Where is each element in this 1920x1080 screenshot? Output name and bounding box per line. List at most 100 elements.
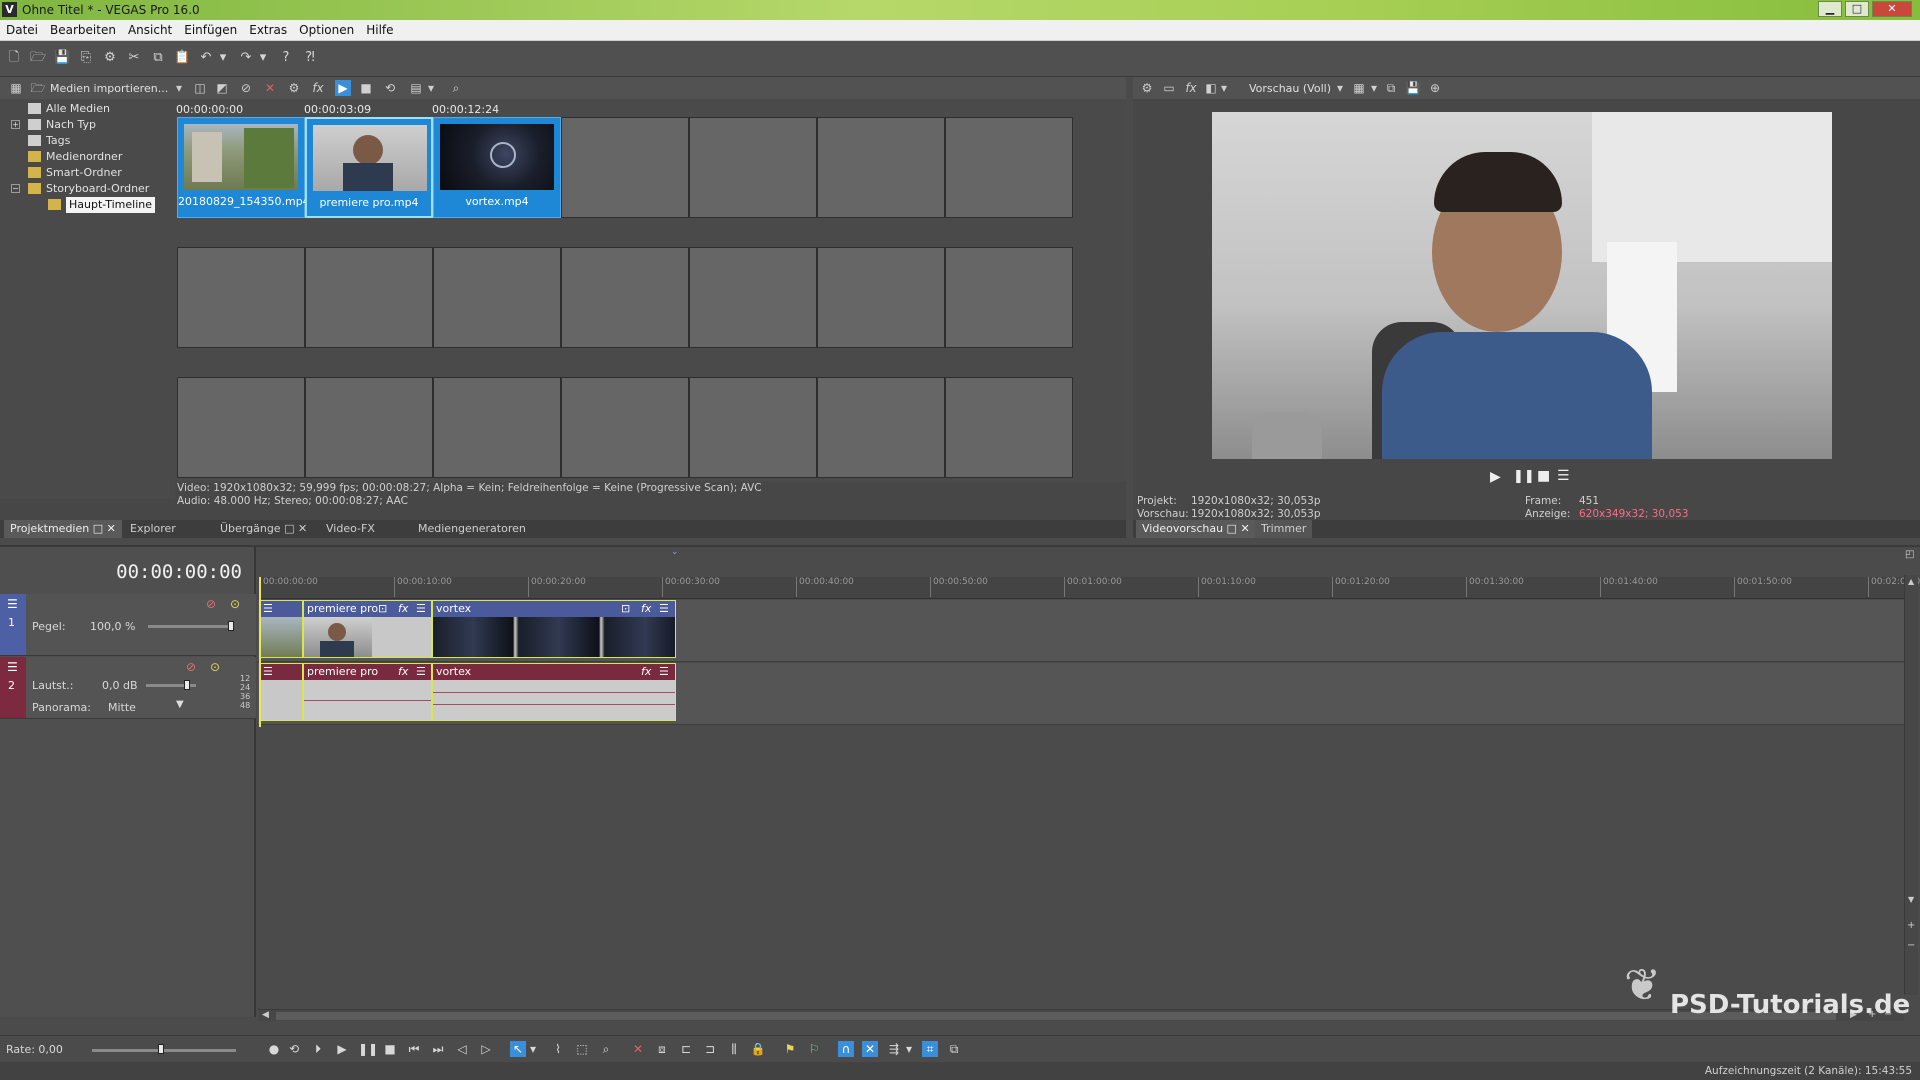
tree-expander-icon[interactable]: + — [11, 120, 20, 129]
storyboard-empty-slot[interactable] — [177, 247, 305, 348]
preview-fx-icon[interactable]: fx — [1183, 80, 1199, 96]
storyboard-empty-slot[interactable] — [177, 377, 305, 478]
go-to-start-icon[interactable]: ⏮ — [406, 1041, 422, 1057]
menu-hilfe[interactable]: Hilfe — [360, 20, 399, 37]
solo-track-icon[interactable]: ⊙ — [210, 660, 220, 674]
tab-projektmedien[interactable]: Projektmedien □ ✕ — [4, 520, 122, 538]
play-icon[interactable]: ▶ — [334, 1041, 350, 1057]
ripple-dropdown-icon[interactable]: ▾ — [904, 1041, 914, 1057]
remove-unused-icon[interactable]: ⊘ — [238, 80, 254, 96]
media-fx-icon[interactable]: fx — [310, 80, 326, 96]
help-icon[interactable]: ? — [278, 50, 294, 66]
paste-icon[interactable]: 📋 — [174, 50, 190, 66]
track-menu-icon[interactable]: ☰ — [7, 660, 18, 674]
stop-icon[interactable]: ■ — [1537, 468, 1550, 484]
pause-icon[interactable]: ❚❚ — [1513, 469, 1535, 484]
tab-explorer[interactable]: Explorer — [124, 520, 182, 538]
storyboard-empty-slot[interactable] — [433, 377, 561, 478]
undock-icon[interactable]: □ — [1227, 522, 1237, 535]
audio-event[interactable]: ☰ — [259, 663, 303, 721]
event-fx-icon[interactable]: fx — [641, 601, 651, 617]
menu-bearbeiten[interactable]: Bearbeiten — [44, 20, 122, 37]
go-to-end-icon[interactable]: ⏭ — [430, 1041, 446, 1057]
tree-item[interactable]: Tags — [0, 133, 175, 149]
playhead-cursor[interactable] — [259, 577, 261, 727]
pause-icon[interactable]: ❚❚ — [358, 1041, 378, 1057]
redo-icon[interactable]: ↷ — [238, 50, 254, 66]
solo-track-icon[interactable]: ⊙ — [230, 597, 240, 611]
tab-videovorschau[interactable]: Videovorschau □ ✕ — [1136, 520, 1256, 538]
play-icon[interactable]: ▶ — [1490, 469, 1501, 485]
storyboard-empty-slot[interactable] — [817, 377, 945, 478]
timeline-ruler[interactable]: 00:00:00:00 00:00:10:00 00:00:20:00 00:00:3… — [258, 577, 1920, 599]
play-from-start-icon[interactable]: ⏵ — [310, 1041, 326, 1057]
menu-ansicht[interactable]: Ansicht — [122, 20, 178, 37]
save-icon[interactable]: 💾 — [54, 50, 70, 66]
scrollbar-thumb[interactable] — [276, 1012, 1836, 1020]
tree-expander-icon[interactable]: − — [11, 184, 20, 193]
audio-event[interactable]: vortex fx ☰ — [432, 663, 676, 721]
save-snapshot-icon[interactable]: 💾 — [1405, 80, 1421, 96]
menu-optionen[interactable]: Optionen — [293, 20, 360, 37]
tab-trimmer[interactable]: Trimmer — [1255, 520, 1313, 538]
timeline-marker-icon[interactable]: ⌄ — [671, 547, 679, 557]
undock-icon[interactable]: □ — [93, 522, 103, 535]
envelope-tool-icon[interactable]: ⌇ — [550, 1041, 566, 1057]
storyboard-clip[interactable]: 20180829_154350.mp4 — [177, 117, 310, 218]
undock-icon[interactable]: □ — [284, 522, 294, 535]
minimize-button[interactable]: ▁ — [1818, 1, 1842, 17]
storyboard-empty-slot[interactable] — [817, 247, 945, 348]
video-event[interactable]: ☰ — [259, 600, 303, 658]
tree-item[interactable]: Medienordner — [0, 149, 175, 165]
open-folder-icon[interactable]: 🗁 — [30, 50, 46, 66]
pan-slider-thumb[interactable]: ▼ — [176, 699, 184, 710]
track-menu-icon[interactable]: ☰ — [7, 597, 18, 611]
video-event[interactable]: premiere pro ⊡ fx ☰ — [303, 600, 432, 658]
undo-dropdown-icon[interactable]: ▾ — [218, 50, 228, 66]
zoom-out-track-icon[interactable]: − — [1907, 940, 1915, 951]
storyboard-empty-slot[interactable] — [561, 117, 689, 218]
lock-icon[interactable]: 🔒 — [750, 1041, 766, 1057]
storyboard-empty-slot[interactable] — [817, 117, 945, 218]
tab-mediengeneratoren[interactable]: Mediengeneratoren — [412, 520, 532, 538]
trim-start-icon[interactable]: ⊏ — [678, 1041, 694, 1057]
external-monitor-icon[interactable]: ▭ — [1161, 80, 1177, 96]
menu-extras[interactable]: Extras — [243, 20, 293, 37]
stop-icon[interactable]: ■ — [382, 1041, 398, 1057]
storyboard-empty-slot[interactable] — [433, 247, 561, 348]
event-menu-icon[interactable]: ☰ — [659, 601, 669, 617]
loop-preview-icon[interactable]: ⟲ — [382, 80, 398, 96]
scroll-up-icon[interactable]: ▲ — [1908, 577, 1914, 586]
tree-item[interactable]: Smart-Ordner — [0, 165, 175, 181]
lock-envelopes-icon[interactable]: ⌗ — [922, 1041, 938, 1057]
video-event[interactable]: vortex ⊡ fx ☰ — [432, 600, 676, 658]
storyboard-empty-slot[interactable] — [945, 117, 1073, 218]
delete-icon[interactable]: ✕ — [630, 1041, 646, 1057]
copy-snapshot-icon[interactable]: ⧉ — [1383, 80, 1399, 96]
audio-track-header[interactable]: ☰ 2 ⊘ ⊙ Lautst.: 0,0 dB Panorama: Mitte … — [0, 657, 256, 719]
zoom-in-track-icon[interactable]: + — [1907, 920, 1915, 931]
record-icon[interactable]: ● — [266, 1041, 282, 1057]
overlays-grid-icon[interactable]: ▦ — [1351, 80, 1367, 96]
get-media-icon[interactable]: ◩ — [214, 80, 230, 96]
tree-item[interactable]: Haupt-Timeline — [0, 197, 175, 213]
event-fx-icon[interactable]: fx — [398, 601, 408, 617]
preview-quality-select[interactable]: Vorschau (Voll) — [1249, 82, 1331, 95]
vertical-scrollbar[interactable]: ▲ ▼ + − — [1904, 575, 1918, 995]
close-tab-icon[interactable]: ✕ — [298, 522, 307, 535]
split-screen-icon[interactable]: ◧ — [1203, 80, 1219, 96]
overlays-dropdown-icon[interactable]: ▾ — [1369, 80, 1379, 96]
redo-dropdown-icon[interactable]: ▾ — [258, 50, 268, 66]
ignore-grouping-icon[interactable]: ⧉ — [946, 1041, 962, 1057]
insert-marker-icon[interactable]: ⚑ — [782, 1041, 798, 1057]
selection-tool-icon[interactable]: ⬚ — [574, 1041, 590, 1057]
tree-item[interactable]: + Nach Typ — [0, 117, 175, 133]
event-fx-icon[interactable]: fx — [641, 664, 651, 680]
cut-icon[interactable]: ✂ — [126, 50, 142, 66]
view-toggle-icon[interactable]: ▦ — [8, 80, 24, 96]
event-menu-icon[interactable]: ☰ — [263, 602, 273, 615]
loop-playback-icon[interactable]: ⟲ — [286, 1041, 302, 1057]
tree-item[interactable]: Alle Medien — [0, 101, 175, 117]
timeline-corner-icon[interactable]: ◰ — [1905, 549, 1914, 560]
storyboard-empty-slot[interactable] — [561, 377, 689, 478]
